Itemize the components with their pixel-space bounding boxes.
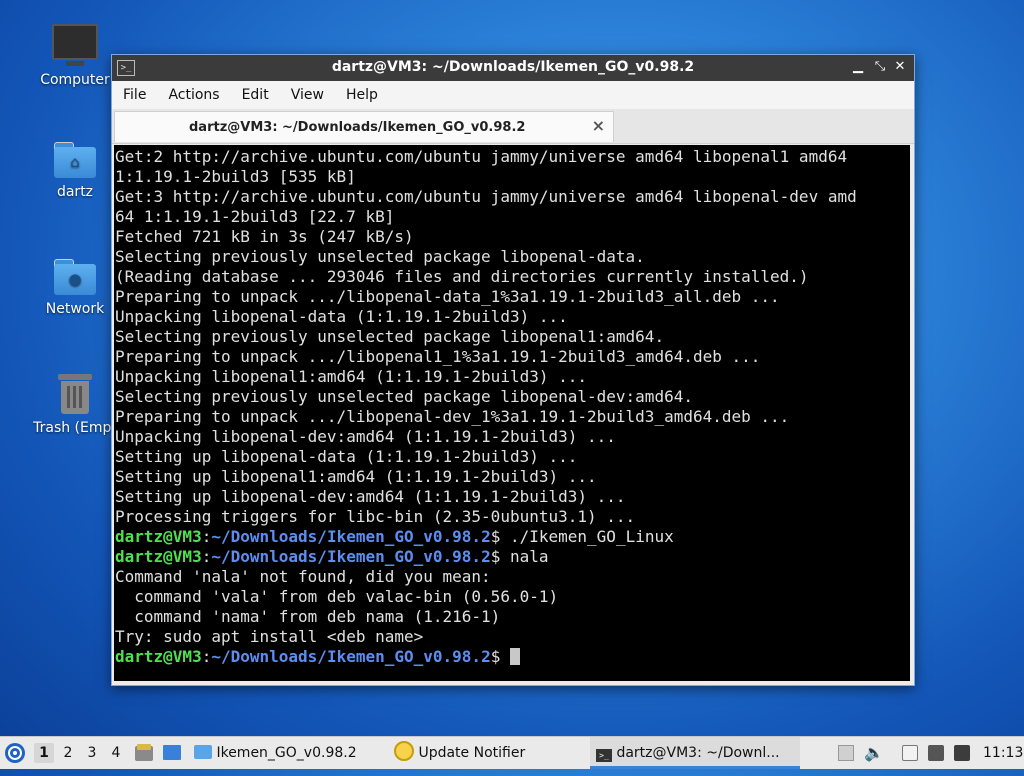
show-desktop-icon <box>163 745 181 760</box>
terminal-output[interactable]: Get:2 http://archive.ubuntu.com/ubuntu j… <box>114 145 910 681</box>
folder-icon <box>194 745 212 759</box>
terminal-line: Fetched 721 kB in 3s (247 kB/s) <box>115 227 414 246</box>
workspace-1[interactable]: 1 <box>34 743 54 763</box>
terminal-line: Unpacking libopenal-data (1:1.19.1-2buil… <box>115 307 568 326</box>
close-button[interactable]: ✕ <box>892 59 908 75</box>
prompt-char: $ <box>490 647 501 666</box>
taskbar-item-update-notifier[interactable]: Update Notifier <box>394 737 584 769</box>
prompt-separator: : <box>201 647 212 666</box>
menu-actions[interactable]: Actions <box>157 87 230 103</box>
prompt-separator: : <box>201 547 212 566</box>
desktop-icon-network[interactable]: ● Network <box>25 259 125 317</box>
taskbar-item-terminal[interactable]: >_ dartz@VM3: ~/Downl... <box>590 737 800 769</box>
maximize-button[interactable]: ⤡ <box>872 59 888 75</box>
network-icon[interactable] <box>954 745 970 761</box>
prompt-line: dartz@VM3:~/Downloads/Ikemen_GO_v0.98.2$… <box>115 547 549 566</box>
task-label: dartz@VM3: ~/Downl... <box>616 745 780 761</box>
terminal-cursor <box>509 648 520 665</box>
desktop-icon-home[interactable]: ⌂ dartz <box>25 142 125 200</box>
tab-close-icon[interactable]: × <box>592 116 605 135</box>
terminal-line: Preparing to unpack .../libopenal-dev_1%… <box>115 407 790 426</box>
network-folder-icon: ● <box>54 259 96 295</box>
file-manager-icon <box>135 744 153 761</box>
show-desktop-button[interactable] <box>162 737 184 769</box>
volume-icon[interactable]: 🔈 <box>864 745 884 761</box>
terminal-icon: >_ <box>596 749 612 762</box>
prompt-path: ~/Downloads/Ikemen_GO_v0.98.2 <box>211 527 491 546</box>
minimize-button[interactable]: ▁ <box>850 59 866 75</box>
update-notifier-icon <box>394 741 414 761</box>
prompt-char: $ <box>490 527 501 546</box>
menu-help[interactable]: Help <box>335 87 389 103</box>
terminal-line: Selecting previously unselected package … <box>115 247 645 266</box>
window-titlebar[interactable]: >_ dartz@VM3: ~/Downloads/Ikemen_GO_v0.9… <box>112 55 914 81</box>
command-text: ./Ikemen_GO_Linux <box>500 527 674 546</box>
terminal-line: Selecting previously unselected package … <box>115 387 693 406</box>
terminal-line: 1:1.19.1-2build3 [535 kB] <box>115 167 356 186</box>
terminal-line: (Reading database ... 293046 files and d… <box>115 267 809 286</box>
terminal-line: Setting up libopenal-data (1:1.19.1-2bui… <box>115 447 578 466</box>
terminal-line: Selecting previously unselected package … <box>115 327 665 346</box>
start-menu-button[interactable] <box>4 737 30 769</box>
terminal-line: Setting up libopenal-dev:amd64 (1:1.19.1… <box>115 487 626 506</box>
workspace-2[interactable]: 2 <box>58 743 78 763</box>
terminal-line: Unpacking libopenal-dev:amd64 (1:1.19.1-… <box>115 427 616 446</box>
workspace-4[interactable]: 4 <box>106 743 126 763</box>
clipboard-icon[interactable] <box>902 745 918 761</box>
prompt-user: dartz@VM3 <box>115 547 202 566</box>
prompt-path: ~/Downloads/Ikemen_GO_v0.98.2 <box>211 647 491 666</box>
prompt-user: dartz@VM3 <box>115 527 202 546</box>
command-text: nala <box>500 547 549 566</box>
task-label: Update Notifier <box>418 745 526 761</box>
terminal-line: Get:2 http://archive.ubuntu.com/ubuntu j… <box>115 147 848 166</box>
menu-view[interactable]: View <box>280 87 335 103</box>
trash-icon <box>58 374 92 414</box>
terminal-line: command 'nama' from deb nama (1.216-1) <box>115 607 501 626</box>
clock[interactable]: 11:13 <box>983 737 1023 769</box>
task-label: Ikemen_GO_v0.98.2 <box>216 745 357 761</box>
terminal-line: Preparing to unpack .../libopenal-data_1… <box>115 287 780 306</box>
terminal-line: Setting up libopenal1:amd64 (1:1.19.1-2b… <box>115 467 597 486</box>
prompt-user: dartz@VM3 <box>115 647 202 666</box>
tab-bar: dartz@VM3: ~/Downloads/Ikemen_GO_v0.98.2… <box>112 109 914 144</box>
terminal-line: Preparing to unpack .../libopenal1_1%3a1… <box>115 347 761 366</box>
lubuntu-logo-icon <box>5 743 25 763</box>
terminal-line: Try: sudo apt install <deb name> <box>115 627 424 646</box>
keyboard-icon[interactable] <box>928 745 944 761</box>
prompt-line: dartz@VM3:~/Downloads/Ikemen_GO_v0.98.2$ <box>115 647 520 666</box>
desktop-icon-label: dartz <box>56 184 94 200</box>
menu-edit[interactable]: Edit <box>231 87 280 103</box>
computer-icon <box>52 24 98 66</box>
menu-bar: File Actions Edit View Help <box>112 81 914 109</box>
prompt-char: $ <box>490 547 501 566</box>
terminal-line: 64 1:1.19.1-2build3 [22.7 kB] <box>115 207 395 226</box>
window-title: dartz@VM3: ~/Downloads/Ikemen_GO_v0.98.2 <box>331 59 695 75</box>
up-arrow-icon[interactable] <box>838 745 854 761</box>
terminal-line: Unpacking libopenal1:amd64 (1:1.19.1-2bu… <box>115 367 588 386</box>
prompt-separator: : <box>201 527 212 546</box>
terminal-line: Get:3 http://archive.ubuntu.com/ubuntu j… <box>115 187 857 206</box>
taskbar-item-file-manager[interactable]: Ikemen_GO_v0.98.2 <box>194 737 384 769</box>
menu-file[interactable]: File <box>112 87 157 103</box>
terminal-line: command 'vala' from deb valac-bin (0.56.… <box>115 587 559 606</box>
desktop-icon-label: Network <box>45 301 105 317</box>
home-folder-icon: ⌂ <box>54 142 96 178</box>
prompt-path: ~/Downloads/Ikemen_GO_v0.98.2 <box>211 547 491 566</box>
terminal-line: Processing triggers for libc-bin (2.35-0… <box>115 507 636 526</box>
terminal-tab[interactable]: dartz@VM3: ~/Downloads/Ikemen_GO_v0.98.2… <box>114 111 614 142</box>
workspace-3[interactable]: 3 <box>82 743 102 763</box>
taskbar: 1 2 3 4 Ikemen_GO_v0.98.2 Update Notifie… <box>0 736 1024 769</box>
tab-label: dartz@VM3: ~/Downloads/Ikemen_GO_v0.98.2 <box>189 120 526 135</box>
prompt-line: dartz@VM3:~/Downloads/Ikemen_GO_v0.98.2$… <box>115 527 674 546</box>
terminal-window[interactable]: >_ dartz@VM3: ~/Downloads/Ikemen_GO_v0.9… <box>111 54 915 686</box>
terminal-line: Command 'nala' not found, did you mean: <box>115 567 491 586</box>
file-manager-launcher[interactable] <box>134 737 156 769</box>
desktop-icon-label: Computer <box>40 72 110 88</box>
desktop-icon-computer[interactable]: Computer <box>25 24 125 88</box>
